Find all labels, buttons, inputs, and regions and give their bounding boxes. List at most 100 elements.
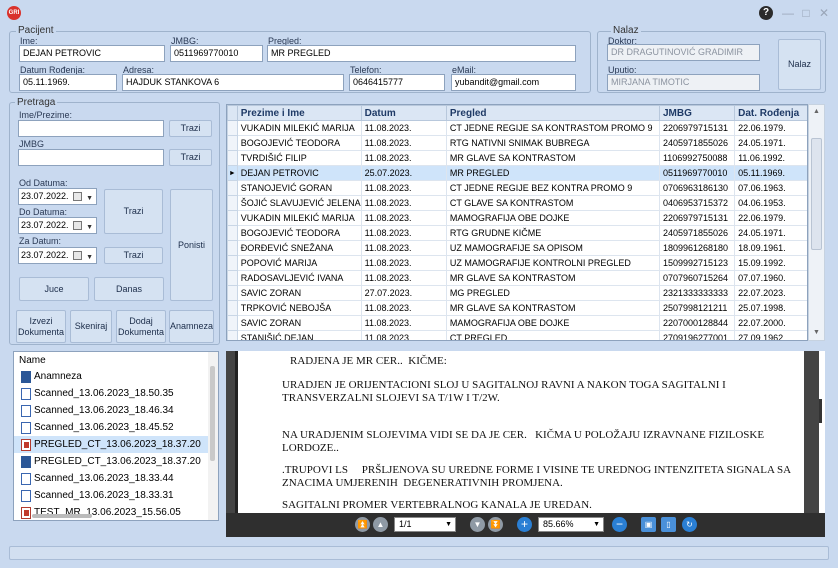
col-header-dob[interactable]: Dat. Rođenja	[734, 105, 807, 121]
zoom-select[interactable]: 85.66% ▼	[538, 517, 604, 532]
table-cell[interactable]: MR PREGLED	[445, 165, 660, 181]
table-cell[interactable]: ŠOJIĆ SLAVUJEVIĆ JELENA	[236, 195, 362, 211]
list-item[interactable]: Scanned_13.06.2023_18.33.31	[14, 487, 218, 504]
table-row[interactable]: ŠOJIĆ SLAVUJEVIĆ JELENA 11.08.2023. CT GLA…	[227, 195, 807, 211]
row-indicator[interactable]: ►	[227, 165, 238, 181]
od-date-picker[interactable]: 23.07.2022. ▼	[18, 188, 97, 205]
danas-button[interactable]: Danas	[94, 277, 164, 301]
do-date-picker[interactable]: 23.07.2022. ▼	[18, 217, 97, 234]
row-indicator[interactable]	[227, 210, 238, 226]
scroll-up-arrow[interactable]: ▲	[809, 105, 824, 119]
table-cell[interactable]: 11.08.2023.	[360, 135, 447, 151]
table-cell[interactable]: ĐORĐEVIĆ SNEŽANA	[236, 240, 362, 256]
add-documents-button[interactable]: Dodaj Dokumenta	[116, 310, 166, 343]
table-cell[interactable]: 11.08.2023.	[360, 240, 447, 256]
help-button[interactable]: ?	[759, 6, 773, 20]
row-indicator[interactable]	[227, 180, 238, 196]
table-row[interactable]: ► DEJAN PETROVIC 25.07.2023. MR PREGLED 0511…	[227, 165, 807, 181]
table-cell[interactable]: 04.06.1953.	[734, 195, 807, 211]
list-item[interactable]: Anamneza	[14, 368, 218, 385]
table-row[interactable]: VUKADIN MILEKIĆ MARIJA 11.08.2023. MAMOGRA…	[227, 210, 807, 226]
dob-field[interactable]: 05.11.1969.	[19, 74, 117, 91]
zoom-out-icon[interactable]: −	[612, 517, 627, 532]
table-cell[interactable]: MG PREGLED	[445, 285, 660, 301]
doktor-field[interactable]: DR DRAGUTINOVIĆ GRADIMIR	[607, 44, 760, 61]
list-item[interactable]: TEST_MR_13.06.2023_15.56.05	[14, 504, 218, 520]
email-field[interactable]: yubandit@gmail.com	[451, 74, 576, 91]
close-button[interactable]: ✕	[816, 5, 832, 21]
table-cell[interactable]: CT PREGLED	[445, 330, 660, 340]
viewer-scrollbar[interactable]	[819, 351, 825, 513]
adresa-field[interactable]: HAJDUK STANKOVA 6	[122, 74, 344, 91]
table-cell[interactable]: CT JEDNE REGIJE SA KONTRASTOM PROMO 9	[445, 120, 660, 136]
table-cell[interactable]: 11.08.2023.	[360, 195, 447, 211]
table-cell[interactable]: MR GLAVE SA KONTRASTOM	[445, 270, 660, 286]
zoom-in-icon[interactable]: +	[517, 517, 532, 532]
list-item[interactable]: PREGLED_CT_13.06.2023_18.37.20	[14, 436, 218, 453]
table-cell[interactable]: 0706963186130	[658, 180, 736, 196]
list-scroll-thumb[interactable]	[210, 366, 215, 461]
table-cell[interactable]: UZ MAMOGRAFIJE SA OPISOM	[445, 240, 660, 256]
table-row[interactable]: VUKADIN MILEKIĆ MARIJA 11.08.2023. CT JEDN…	[227, 120, 807, 136]
row-indicator[interactable]	[227, 150, 238, 166]
patients-grid[interactable]: Prezime i Ime Datum Pregled JMBG Dat. Ro…	[226, 104, 808, 341]
table-cell[interactable]: 1509992715123	[658, 255, 736, 271]
table-cell[interactable]: CT GLAVE SA KONTRASTOM	[445, 195, 660, 211]
table-cell[interactable]: 15.09.1992.	[734, 255, 807, 271]
uputio-field[interactable]: MIRJANA TIMOTIC	[607, 74, 760, 91]
table-cell[interactable]: DEJAN PETROVIC	[236, 165, 362, 181]
documents-list[interactable]: Name Anamneza Scanned_13.06.2023_18.50.35…	[13, 351, 219, 521]
next-page-icon[interactable]: ▼	[470, 517, 485, 532]
jmbg-field[interactable]: 0511969770010	[170, 45, 263, 62]
table-cell[interactable]: 18.09.1961.	[734, 240, 807, 256]
table-cell[interactable]: 11.08.2023.	[360, 270, 447, 286]
prev-page-icon[interactable]: ▲	[373, 517, 388, 532]
ponisti-button[interactable]: Ponisti	[170, 189, 213, 301]
fit-width-icon[interactable]: ▯	[661, 517, 676, 532]
table-row[interactable]: SAVIC ZORAN 11.08.2023. MAMOGRAFIJA OBE DO…	[227, 315, 807, 331]
table-cell[interactable]: BOGOJEVIĆ TEODORA	[236, 225, 362, 241]
table-cell[interactable]: 0511969770010	[658, 165, 736, 181]
list-hscroll-thumb[interactable]	[32, 514, 92, 518]
row-indicator[interactable]	[227, 135, 238, 151]
table-cell[interactable]: 1106992750088	[658, 150, 736, 166]
fit-page-icon[interactable]: ▣	[641, 517, 656, 532]
rotate-icon[interactable]: ↻	[682, 517, 697, 532]
table-cell[interactable]: SAVIC ZORAN	[236, 315, 362, 331]
table-cell[interactable]: UZ MAMOGRAFIJE KONTROLNI PREGLED	[445, 255, 660, 271]
table-cell[interactable]: 2405971855026	[658, 135, 736, 151]
table-cell[interactable]: 22.06.1979.	[734, 120, 807, 136]
table-row[interactable]: SAVIC ZORAN 27.07.2023. MG PREGLED 23213333…	[227, 285, 807, 301]
nalaz-button[interactable]: Nalaz	[778, 39, 821, 90]
maximize-button[interactable]: □	[798, 5, 814, 21]
list-item[interactable]: Scanned_13.06.2023_18.46.34	[14, 402, 218, 419]
row-indicator[interactable]	[227, 330, 238, 340]
table-row[interactable]: POPOVIĆ MARIJA 11.08.2023. UZ MAMOGRAFIJE …	[227, 255, 807, 271]
col-header-jmbg[interactable]: JMBG	[658, 105, 736, 121]
row-indicator[interactable]	[227, 300, 238, 316]
table-cell[interactable]: 11.08.2023.	[360, 300, 447, 316]
table-cell[interactable]: 11.08.2023.	[360, 255, 447, 271]
list-item[interactable]: Scanned_13.06.2023_18.45.52	[14, 419, 218, 436]
table-cell[interactable]: 11.08.2023.	[360, 210, 447, 226]
table-row[interactable]: ĐORĐEVIĆ SNEŽANA 11.08.2023. UZ MAMOGRAFIJ…	[227, 240, 807, 256]
table-cell[interactable]: 11.06.1992.	[734, 150, 807, 166]
scroll-down-arrow[interactable]: ▼	[809, 326, 824, 340]
table-cell[interactable]: 11.08.2023.	[360, 120, 447, 136]
table-cell[interactable]: 2206979715131	[658, 210, 736, 226]
table-cell[interactable]: MAMOGRAFIJA OBE DOJKE	[445, 210, 660, 226]
table-row[interactable]: BOGOJEVIĆ TEODORA 11.08.2023. RTG NATIVNI …	[227, 135, 807, 151]
last-page-icon[interactable]: ⏬	[488, 517, 503, 532]
table-cell[interactable]: BOGOJEVIĆ TEODORA	[236, 135, 362, 151]
table-cell[interactable]: 27.07.2023.	[360, 285, 447, 301]
table-cell[interactable]: 0707960715264	[658, 270, 736, 286]
search-name-button[interactable]: Trazi	[169, 120, 212, 137]
table-cell[interactable]: 07.06.1963.	[734, 180, 807, 196]
row-indicator[interactable]	[227, 225, 238, 241]
table-cell[interactable]: 11.08.2023.	[360, 225, 447, 241]
list-item[interactable]: Scanned_13.06.2023_18.33.44	[14, 470, 218, 487]
table-cell[interactable]: 0406953715372	[658, 195, 736, 211]
viewer-scroll-thumb[interactable]	[819, 399, 822, 423]
list-scrollbar[interactable]	[208, 352, 218, 520]
list-item[interactable]: PREGLED_CT_13.06.2023_18.37.20	[14, 453, 218, 470]
